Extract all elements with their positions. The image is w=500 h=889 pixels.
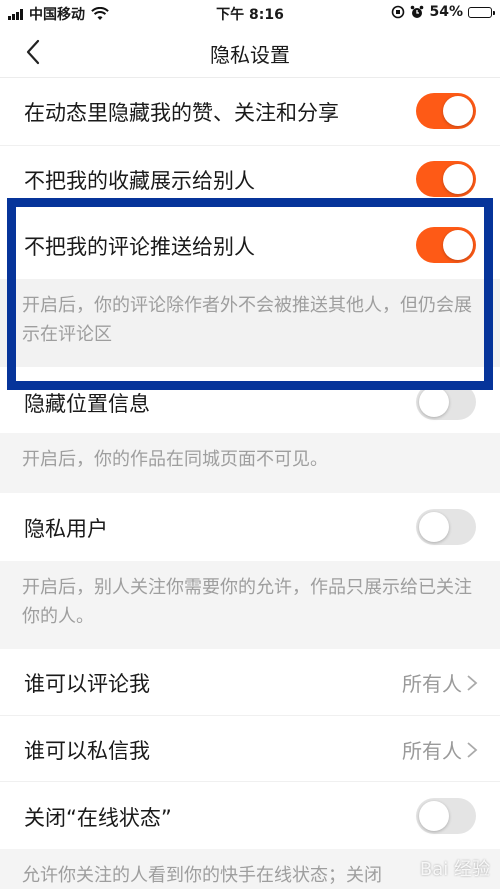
setting-label: 隐私用户 [24, 517, 108, 541]
toggle-switch[interactable] [416, 161, 476, 197]
toggle-switch[interactable] [416, 93, 476, 129]
orientation-lock-icon [392, 5, 405, 19]
toggle-switch[interactable] [416, 384, 476, 420]
setting-value-text: 所有人 [402, 739, 462, 763]
setting-value: 所有人 [402, 668, 478, 697]
setting-description: 开启后，你的评论除作者外不会被推送其他人，但仍会展示在评论区 [0, 279, 500, 367]
setting-label: 在动态里隐藏我的赞、关注和分享 [24, 101, 339, 125]
chevron-right-icon [467, 674, 478, 691]
setting-description: 开启后，别人关注你需要你的允许，作品只展示给已关注你的人。 [0, 561, 500, 649]
setting-row-hide-likes[interactable]: 在动态里隐藏我的赞、关注和分享 [0, 78, 500, 145]
setting-row-online-status[interactable]: 关闭“在线状态” [0, 781, 500, 849]
toggle-switch[interactable] [416, 227, 476, 263]
setting-label: 隐藏位置信息 [24, 392, 150, 416]
setting-value: 所有人 [402, 735, 478, 764]
toggle-switch[interactable] [416, 509, 476, 545]
alarm-icon [411, 5, 424, 18]
setting-row-hide-comments[interactable]: 不把我的评论推送给别人 [0, 212, 500, 279]
setting-label: 谁可以私信我 [24, 739, 150, 763]
navigation-bar: 隐私设置 [0, 26, 500, 78]
setting-row-who-can-message[interactable]: 谁可以私信我 所有人 [0, 715, 500, 781]
watermark: Bai 经验 [419, 859, 490, 880]
setting-label: 不把我的评论推送给别人 [24, 235, 255, 259]
battery-icon [468, 6, 495, 18]
setting-row-private-user[interactable]: 隐私用户 [0, 493, 500, 561]
setting-value-text: 所有人 [402, 672, 462, 696]
setting-label: 关闭“在线状态” [24, 806, 172, 830]
setting-label: 不把我的收藏展示给别人 [24, 169, 255, 193]
setting-description: 开启后，你的作品在同城页面不可见。 [0, 433, 500, 493]
battery-percent: 54% [429, 4, 463, 20]
toggle-switch[interactable] [416, 798, 476, 834]
status-bar: 中国移动 下午 8:16 54% [0, 0, 500, 26]
setting-row-who-can-comment[interactable]: 谁可以评论我 所有人 [0, 649, 500, 715]
setting-row-hide-favorites[interactable]: 不把我的收藏展示给别人 [0, 145, 500, 212]
setting-row-hide-location[interactable]: 隐藏位置信息 [0, 367, 500, 433]
chevron-right-icon [467, 741, 478, 758]
page-title: 隐私设置 [210, 43, 290, 67]
setting-label: 谁可以评论我 [24, 672, 150, 696]
